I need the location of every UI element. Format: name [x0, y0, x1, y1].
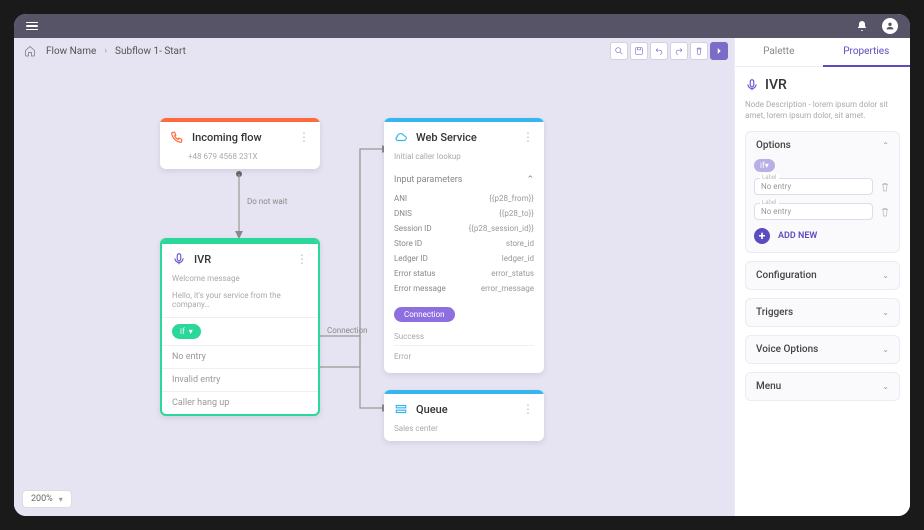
node-title: Queue [416, 403, 514, 416]
more-icon[interactable]: ⋮ [522, 402, 534, 416]
chevron-down-icon: ⌄ [882, 271, 889, 280]
section-configuration: Configuration⌄ [745, 261, 900, 290]
phone-icon [170, 130, 184, 144]
label-field[interactable]: Label No entry [754, 203, 873, 220]
node-subtitle: +48 679 4568 231X [160, 152, 320, 169]
search-button[interactable] [610, 42, 628, 60]
canvas-toolbar [610, 42, 728, 60]
mic-icon [172, 252, 186, 266]
plus-icon: + [754, 228, 770, 244]
panel-description: Node Description - lorem ipsum dolor sit… [745, 99, 900, 121]
home-icon[interactable] [24, 45, 36, 57]
chevron-down-icon: ▾ [59, 495, 63, 504]
chevron-up-icon: ⌃ [882, 141, 889, 150]
edge-label: Do not wait [247, 197, 288, 206]
cloud-icon [394, 130, 408, 144]
more-icon[interactable]: ⋮ [296, 252, 308, 266]
topbar [14, 14, 910, 38]
more-icon[interactable]: ⋮ [522, 130, 534, 144]
chevron-right-icon: › [104, 46, 107, 56]
properties-panel: Palette Properties IVR Node Description … [734, 38, 910, 516]
section-options: Options ⌃ if ▾ Label No entry [745, 131, 900, 253]
node-web-service[interactable]: Web Service ⋮ Initial caller lookup Inpu… [384, 118, 544, 373]
node-ivr[interactable]: IVR ⋮ Welcome message Hello, it's your s… [160, 238, 320, 416]
panel-title: IVR [765, 77, 787, 93]
node-subtitle: Sales center [384, 424, 544, 441]
tab-palette[interactable]: Palette [735, 38, 823, 66]
more-icon[interactable]: ⋮ [298, 130, 310, 144]
param-row: Session ID{{p28_session_id}} [394, 221, 534, 236]
if-pill[interactable]: if ▾ [754, 159, 775, 172]
label-field[interactable]: Label No entry [754, 178, 873, 195]
chevron-down-icon: ⌄ [882, 382, 889, 391]
node-title: Incoming flow [192, 131, 290, 144]
section-voice-options: Voice Options⌄ [745, 335, 900, 364]
section-toggle[interactable]: Voice Options⌄ [746, 336, 899, 363]
edge-label: Connection [327, 326, 368, 335]
section-toggle[interactable]: Input parameters ⌃ [394, 169, 534, 191]
connection-button[interactable]: Connection [394, 307, 455, 322]
node-subtitle: Initial caller lookup [384, 152, 544, 169]
breadcrumb-item[interactable]: Flow Name [46, 46, 96, 57]
node-title: IVR [194, 253, 288, 266]
if-pill[interactable]: if▾ [172, 324, 201, 339]
next-button[interactable] [710, 42, 728, 60]
status-text: Error [394, 345, 534, 365]
redo-button[interactable] [670, 42, 688, 60]
avatar[interactable] [882, 18, 898, 34]
breadcrumb-item[interactable]: Subflow 1- Start [115, 46, 186, 57]
node-incoming-flow[interactable]: Incoming flow ⋮ +48 679 4568 231X [160, 118, 320, 169]
trash-icon[interactable] [879, 181, 891, 193]
section-toggle[interactable]: Menu⌄ [746, 373, 899, 400]
queue-icon [394, 402, 408, 416]
param-row: DNIS{{p28_to}} [394, 206, 534, 221]
delete-button[interactable] [690, 42, 708, 60]
undo-button[interactable] [650, 42, 668, 60]
zoom-control[interactable]: 200% ▾ [22, 490, 72, 508]
canvas[interactable]: Flow Name › Subflow 1- Start Do not wait [14, 38, 734, 516]
section-triggers: Triggers⌄ [745, 298, 900, 327]
node-body-text: Hello, it's your service from the compan… [162, 291, 318, 317]
edges-layer: Do not wait Connection [14, 38, 734, 516]
mic-icon [745, 78, 759, 92]
param-row: Store IDstore_id [394, 236, 534, 251]
param-row: Ledger IDledger_id [394, 251, 534, 266]
chevron-up-icon: ⌃ [526, 175, 534, 185]
node-queue[interactable]: Queue ⋮ Sales center [384, 390, 544, 441]
ivr-option[interactable]: No entry [162, 345, 318, 368]
ivr-option[interactable]: Invalid entry [162, 368, 318, 391]
param-row: Error messageerror_message [394, 281, 534, 296]
menu-button[interactable] [26, 22, 38, 31]
param-row: ANI{{p28_from}} [394, 191, 534, 206]
trash-icon[interactable] [879, 206, 891, 218]
param-row: Error statuserror_status [394, 266, 534, 281]
add-new-button[interactable]: + ADD NEW [754, 228, 891, 244]
zoom-value: 200% [31, 494, 53, 504]
section-toggle[interactable]: Configuration⌄ [746, 262, 899, 289]
section-menu: Menu⌄ [745, 372, 900, 401]
tab-properties[interactable]: Properties [823, 38, 911, 67]
section-toggle[interactable]: Triggers⌄ [746, 299, 899, 326]
chevron-down-icon: ⌄ [882, 308, 889, 317]
section-toggle[interactable]: Options ⌃ [746, 132, 899, 159]
status-text: Success [394, 328, 534, 345]
bell-icon[interactable] [856, 20, 868, 32]
ivr-option[interactable]: Caller hang up [162, 391, 318, 414]
save-button[interactable] [630, 42, 648, 60]
node-title: Web Service [416, 131, 514, 144]
node-subtitle: Welcome message [162, 274, 318, 291]
chevron-down-icon: ⌄ [882, 345, 889, 354]
